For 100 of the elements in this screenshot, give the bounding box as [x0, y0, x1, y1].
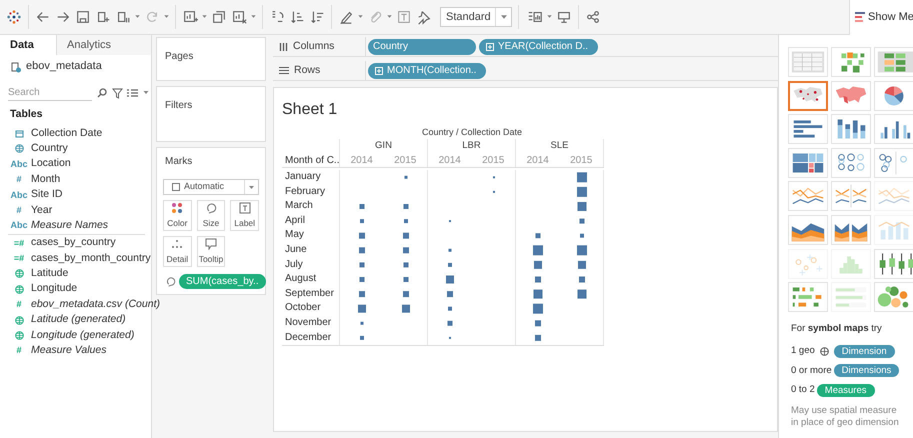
field-name[interactable]: Year: [31, 202, 52, 218]
row-label: December: [284, 330, 332, 345]
field-name[interactable]: Longitude (generated): [31, 328, 134, 344]
column-header: 2015: [482, 154, 504, 167]
card-title: Marks: [165, 155, 194, 169]
text-label-icon[interactable]: [396, 9, 412, 25]
requirement-pill: Dimensions: [834, 364, 900, 378]
field-type-glyph: #: [16, 175, 22, 184]
field-type-glyph: Abc: [10, 221, 28, 230]
section-heading: Tables: [9, 107, 44, 122]
show-cards-icon[interactable]: [527, 9, 543, 25]
mark-type-dropdown[interactable]: Automatic: [163, 179, 259, 195]
shelf-label: Columns: [293, 38, 334, 54]
column-header: Country / Collection Date: [422, 126, 522, 139]
column-header: GIN: [375, 138, 392, 153]
mark-button[interactable]: Color: [163, 200, 192, 231]
field-name[interactable]: Measure Names: [31, 218, 108, 234]
color-dots-icon: [171, 202, 184, 214]
note-text: May use spatial measure in place of geo dimension: [791, 405, 900, 430]
back-arrow-icon[interactable]: [35, 9, 51, 25]
show-me-tab[interactable]: Show Me: [849, 0, 913, 34]
column-header: 2014: [526, 154, 549, 167]
fit-dropdown[interactable]: Standard: [440, 7, 512, 27]
requirement-text: 1 geo: [791, 344, 815, 358]
text-label-icon: [238, 202, 251, 214]
field-name[interactable]: Longitude: [31, 281, 78, 298]
expand-icon: [375, 66, 383, 74]
sort-descending-icon[interactable]: [309, 9, 325, 25]
search-field[interactable]: Search: [8, 85, 92, 101]
column-header: 2014: [438, 154, 461, 167]
save-icon[interactable]: [75, 9, 91, 25]
column-header: 2014: [350, 154, 373, 167]
caret-icon: [249, 186, 254, 188]
field-name[interactable]: Site ID: [31, 187, 63, 203]
mark-button[interactable]: Label: [230, 200, 259, 231]
field-name[interactable]: Collection Date: [31, 126, 102, 142]
requirement-pill: Dimension: [834, 345, 895, 358]
shelf-label: Rows: [294, 62, 320, 78]
dots-icon: [171, 238, 184, 250]
caret-icon: [500, 15, 506, 19]
speech-bubble-icon: [204, 238, 217, 250]
mark-button[interactable]: Tooltip: [196, 236, 226, 267]
presentation-icon[interactable]: [556, 9, 572, 25]
row-header: Month of C..: [282, 153, 340, 167]
field-name[interactable]: Latitude (generated): [31, 312, 126, 328]
columns-icon: [279, 42, 288, 51]
row-label: January: [284, 170, 322, 184]
field-name[interactable]: Latitude: [31, 266, 68, 282]
filter-icon[interactable]: [112, 88, 123, 98]
requirement-text: 0 to 2: [791, 382, 815, 397]
card-title: Filters: [165, 100, 192, 111]
share-icon[interactable]: [585, 9, 601, 25]
field-name[interactable]: cases_by_month_country: [31, 250, 151, 266]
field-name[interactable]: ebov_metadata.csv (Count): [31, 296, 160, 313]
column-header: 2015: [394, 154, 416, 167]
lasso-icon: [165, 276, 176, 287]
square-icon: [172, 183, 180, 191]
field-type-glyph: #: [16, 346, 22, 356]
clear-sheet-icon[interactable]: [231, 9, 247, 25]
new-worksheet-icon[interactable]: [182, 9, 198, 25]
mark-button[interactable]: Size: [196, 200, 226, 231]
pen-icon[interactable]: [338, 9, 354, 25]
database-pause-icon[interactable]: [115, 9, 131, 25]
field-type-glyph: #: [16, 300, 22, 310]
row-label: June: [284, 242, 308, 257]
add-database-icon[interactable]: [95, 9, 111, 25]
row-label: September: [284, 286, 335, 301]
card-title: Pages: [165, 51, 194, 62]
field-name[interactable]: cases_by_country: [31, 235, 116, 252]
row-label: April: [284, 214, 306, 228]
row-label: August: [284, 272, 318, 286]
datasource-icon: [10, 60, 22, 72]
row-label: October: [284, 301, 322, 316]
hint-text: For symbol maps try: [791, 322, 883, 336]
datasource-name[interactable]: ebov_metadata: [26, 58, 102, 75]
data-pane-tab[interactable]: Analytics: [56, 35, 151, 55]
row-label: November: [284, 316, 332, 330]
search-icon: [97, 88, 107, 98]
field-name[interactable]: Measure Values: [31, 343, 106, 359]
column-header: 2015: [570, 154, 592, 167]
field-type-glyph: #: [16, 206, 22, 215]
requirement-text: 0 or more: [791, 364, 832, 378]
sort-ascending-icon[interactable]: [289, 9, 305, 25]
logo-icon: [6, 9, 22, 25]
field-type-glyph: Abc: [10, 190, 28, 200]
row-label: May: [284, 228, 305, 242]
bar-chart-icon: [855, 12, 865, 22]
field-name[interactable]: Location: [31, 156, 71, 172]
list-view-icon[interactable]: [126, 88, 140, 98]
field-name[interactable]: Month: [31, 172, 60, 188]
field-type-glyph: Abc: [10, 160, 28, 169]
sheet-title: Sheet 1: [282, 100, 338, 120]
pin-icon[interactable]: [416, 9, 432, 25]
column-header: LBR: [462, 138, 481, 153]
row-label: March: [284, 199, 314, 214]
lasso-icon: [204, 202, 217, 214]
field-name[interactable]: Country: [31, 140, 68, 157]
forward-arrow-icon[interactable]: [55, 9, 71, 25]
mark-button[interactable]: Detail: [163, 236, 192, 267]
duplicate-sheet-icon[interactable]: [211, 9, 227, 25]
